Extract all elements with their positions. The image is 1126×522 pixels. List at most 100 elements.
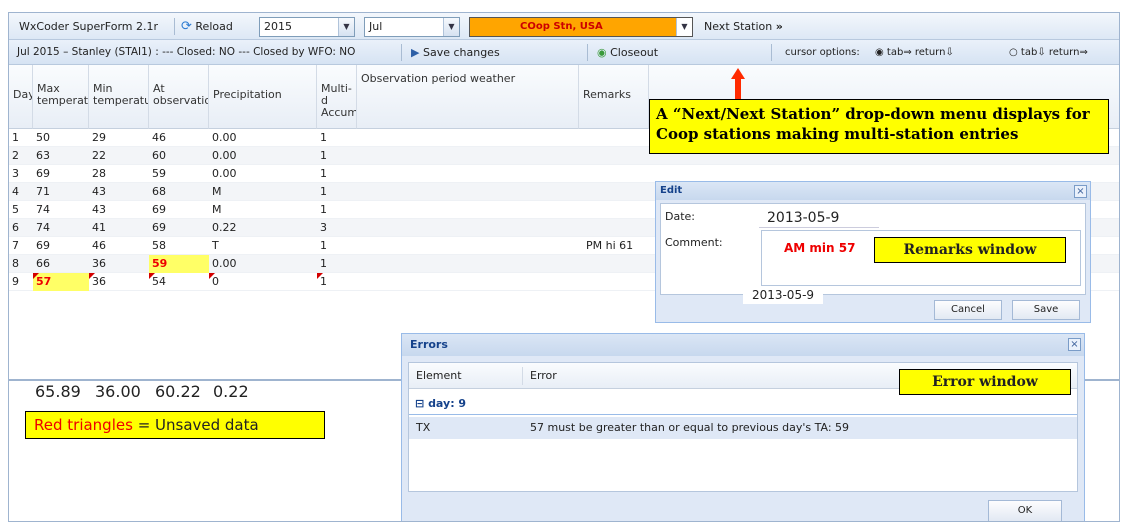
next-station-button[interactable]: Next Station » bbox=[704, 13, 783, 40]
cell-precip[interactable]: 0 bbox=[209, 273, 219, 291]
cell-multi[interactable]: 1 bbox=[317, 273, 327, 291]
edit-dialog: Edit × Date: 2013-05-9 Comment: AM min 5… bbox=[655, 181, 1091, 323]
cell-at[interactable]: 68 bbox=[149, 183, 166, 201]
cell-day: 9 bbox=[12, 275, 19, 288]
cell-min[interactable]: 43 bbox=[89, 201, 106, 219]
cell-min[interactable]: 41 bbox=[89, 219, 106, 237]
collapse-icon[interactable]: ⊟ bbox=[415, 397, 424, 410]
cell-max[interactable]: 66 bbox=[33, 255, 50, 273]
main-toolbar: WxCoder SuperForm 2.1r ⟳ Reload 2015 ▼ J… bbox=[9, 13, 1119, 40]
cell-day: 8 bbox=[12, 257, 19, 270]
cursor-option-tab-down[interactable]: ○ tab⇩ return⇒ bbox=[1009, 40, 1088, 65]
reload-button[interactable]: ⟳ Reload bbox=[181, 13, 233, 40]
cell-at[interactable]: 69 bbox=[149, 219, 166, 237]
cell-max[interactable]: 74 bbox=[33, 219, 50, 237]
cell-at[interactable]: 54 bbox=[149, 273, 166, 291]
save-button[interactable]: Save bbox=[1012, 300, 1080, 320]
cell-max[interactable]: 69 bbox=[33, 237, 50, 255]
cell-precip[interactable]: 0.00 bbox=[209, 255, 237, 273]
cell-multi[interactable]: 1 bbox=[317, 201, 327, 219]
total-at: 60.22 bbox=[155, 382, 201, 401]
double-chevron-right-icon: » bbox=[775, 20, 783, 33]
cell-max[interactable]: 69 bbox=[33, 165, 50, 183]
cell-precip[interactable]: 0.00 bbox=[209, 147, 237, 165]
cell-multi[interactable]: 1 bbox=[317, 165, 327, 183]
close-icon[interactable]: × bbox=[1074, 185, 1087, 198]
cell-multi[interactable]: 1 bbox=[317, 237, 327, 255]
unsaved-triangle-icon bbox=[317, 273, 323, 279]
date-tooltip: 2013-05-9 bbox=[743, 286, 823, 304]
year-select[interactable]: 2015 ▼ bbox=[259, 17, 355, 37]
comment-field[interactable]: AM min 57 Remarks window bbox=[761, 230, 1081, 286]
cell-min[interactable]: 46 bbox=[89, 237, 106, 255]
cell-min[interactable]: 43 bbox=[89, 183, 106, 201]
cell-multi[interactable]: 1 bbox=[317, 147, 327, 165]
edit-dialog-title: Edit bbox=[656, 182, 1090, 200]
close-icon[interactable]: × bbox=[1068, 338, 1081, 351]
cell-remarks[interactable]: PM hi 61 bbox=[583, 237, 633, 255]
cell-min[interactable]: 36 bbox=[89, 273, 106, 291]
cell-precip[interactable]: M bbox=[209, 183, 222, 201]
cell-day: 7 bbox=[12, 239, 19, 252]
cell-max[interactable]: 71 bbox=[33, 183, 50, 201]
column-header-error[interactable]: Error bbox=[527, 367, 557, 385]
error-group-label: day: 9 bbox=[428, 397, 467, 410]
chevron-down-icon[interactable]: ▼ bbox=[676, 18, 692, 36]
cell-min[interactable]: 36 bbox=[89, 255, 106, 273]
closeout-button[interactable]: ◉ Closeout bbox=[597, 40, 658, 65]
chevron-down-icon[interactable]: ▼ bbox=[443, 18, 459, 36]
column-header-day[interactable]: Day bbox=[9, 65, 33, 129]
cell-precip[interactable]: 0.22 bbox=[209, 219, 237, 237]
cell-max-highlighted[interactable]: 57 bbox=[33, 273, 89, 291]
month-select[interactable]: Jul ▼ bbox=[364, 17, 460, 37]
save-changes-button[interactable]: ▶ Save changes bbox=[411, 40, 500, 65]
cell-precip[interactable]: M bbox=[209, 201, 222, 219]
column-header-at-obs[interactable]: At observation bbox=[149, 65, 209, 129]
cell-max[interactable]: 50 bbox=[33, 129, 50, 147]
cursor-option-tab-right[interactable]: ◉ tab⇒ return⇩ bbox=[875, 40, 954, 65]
cell-at[interactable]: 46 bbox=[149, 129, 166, 147]
column-header-multiday[interactable]: Multi-d Accumu bbox=[317, 65, 357, 129]
error-group-day-9[interactable]: ⊟ day: 9 bbox=[409, 393, 1077, 415]
cell-day: 2 bbox=[12, 149, 19, 162]
column-header-min-temp[interactable]: Min temperatur bbox=[89, 65, 149, 129]
comment-label: Comment: bbox=[665, 236, 723, 249]
cell-multi[interactable]: 1 bbox=[317, 255, 327, 273]
station-select[interactable]: COop Stn, USA ▼ bbox=[469, 17, 693, 37]
radio-selected-icon: ◉ bbox=[875, 47, 884, 58]
column-header-precipitation[interactable]: Precipitation bbox=[209, 65, 317, 129]
column-header-remarks[interactable]: Remarks bbox=[579, 65, 649, 129]
cell-at-highlighted[interactable]: 59 bbox=[149, 255, 209, 273]
cell-min[interactable]: 22 bbox=[89, 147, 106, 165]
column-header-element[interactable]: Element bbox=[413, 367, 523, 385]
date-field[interactable]: 2013-05-9 bbox=[759, 208, 879, 228]
cursor-option-2-label: tab⇩ return⇒ bbox=[1020, 47, 1088, 58]
comment-value: AM min 57 bbox=[784, 241, 856, 255]
column-header-max-temp[interactable]: Max temperatur bbox=[33, 65, 89, 129]
cell-multi[interactable]: 1 bbox=[317, 129, 327, 147]
cell-at[interactable]: 58 bbox=[149, 237, 166, 255]
cell-at[interactable]: 60 bbox=[149, 147, 166, 165]
cell-max[interactable]: 63 bbox=[33, 147, 50, 165]
cell-multi[interactable]: 1 bbox=[317, 183, 327, 201]
cell-min[interactable]: 28 bbox=[89, 165, 106, 183]
cell-precip[interactable]: T bbox=[209, 237, 219, 255]
ok-button[interactable]: OK bbox=[988, 500, 1062, 521]
total-min: 36.00 bbox=[95, 382, 141, 401]
cell-min[interactable]: 29 bbox=[89, 129, 106, 147]
next-station-label: Next Station bbox=[704, 20, 773, 33]
cell-max[interactable]: 74 bbox=[33, 201, 50, 219]
cell-precip[interactable]: 0.00 bbox=[209, 129, 237, 147]
cell-multi[interactable]: 3 bbox=[317, 219, 327, 237]
error-row[interactable]: TX 57 must be greater than or equal to p… bbox=[409, 417, 1077, 439]
cancel-button[interactable]: Cancel bbox=[934, 300, 1002, 320]
cell-day: 5 bbox=[12, 203, 19, 216]
date-label: Date: bbox=[665, 210, 695, 223]
cell-at[interactable]: 59 bbox=[149, 165, 166, 183]
cell-at[interactable]: 69 bbox=[149, 201, 166, 219]
chevron-down-icon[interactable]: ▼ bbox=[338, 18, 354, 36]
cell-precip[interactable]: 0.00 bbox=[209, 165, 237, 183]
cell-day: 6 bbox=[12, 221, 19, 234]
column-header-weather[interactable]: Observation period weather bbox=[357, 65, 579, 129]
cursor-options-label: cursor options: bbox=[785, 47, 860, 58]
